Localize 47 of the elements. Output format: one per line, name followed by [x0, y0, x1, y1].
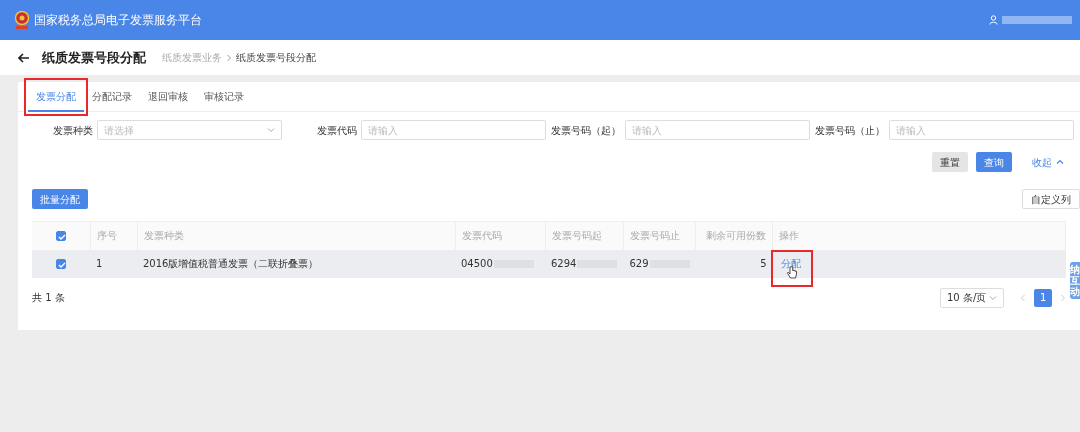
back-arrow-icon[interactable]: [18, 52, 30, 63]
custom-columns-button[interactable]: 自定义列: [1022, 189, 1080, 209]
field-label: 发票代码: [316, 123, 358, 138]
table-cell: 629: [629, 258, 649, 269]
table-cell: 04500: [461, 258, 493, 269]
column-header: 发票代码: [461, 230, 502, 242]
select-field[interactable]: 请选择: [97, 120, 282, 140]
redacted-user-bar: [1002, 16, 1072, 24]
field-label: 发票号码（起）: [550, 123, 622, 138]
field-label: 发票种类: [52, 123, 94, 138]
row-checkbox[interactable]: [56, 259, 66, 269]
search-button[interactable]: 查询: [976, 152, 1012, 172]
select-all-checkbox[interactable]: [55, 231, 66, 242]
side-tab[interactable]: 纳互动: [1070, 262, 1080, 299]
chevron-up-icon: [1056, 158, 1064, 166]
table-cell: 1: [96, 258, 103, 269]
column-header: 剩余可用份数: [706, 230, 767, 242]
column-header: 操作: [779, 230, 800, 242]
chevron-down-icon: [267, 126, 275, 134]
breadcrumb-item[interactable]: 纸质发票业务: [162, 50, 222, 65]
column-header: 发票号码起: [551, 230, 602, 242]
page-number[interactable]: 1: [1034, 288, 1052, 307]
table-cell: 5: [760, 258, 767, 269]
column-header: 序号: [96, 230, 117, 242]
user-icon: [989, 15, 998, 25]
table-cell: 6294: [551, 258, 577, 269]
total-count: 共 1 条: [32, 291, 65, 305]
reset-button[interactable]: 重置: [932, 152, 968, 172]
tab[interactable]: 分配记录: [84, 82, 140, 112]
chevron-down-icon: [989, 293, 997, 302]
app-title: 国家税务总局电子发票服务平台: [34, 12, 202, 29]
tab[interactable]: 审核记录: [196, 82, 252, 112]
input-field[interactable]: 请输入: [625, 120, 810, 140]
field-label: 发票号码（止）: [814, 123, 886, 138]
input-field[interactable]: 请输入: [889, 120, 1074, 140]
column-header: 发票种类: [143, 230, 184, 242]
page-title: 纸质发票号段分配: [42, 48, 146, 67]
breadcrumb-item: 纸质发票号段分配: [236, 51, 316, 65]
emblem-icon: [14, 10, 30, 30]
chevron-right-icon: [226, 53, 232, 62]
tab[interactable]: 退回审核: [140, 82, 196, 112]
input-field[interactable]: 请输入: [361, 120, 546, 140]
collapse-button[interactable]: 收起: [1024, 152, 1072, 172]
table-cell: 2016版增值税普通发票（二联折叠票）: [143, 258, 319, 269]
batch-assign-button[interactable]: 批量分配: [32, 189, 88, 209]
page-size-select[interactable]: 10 条/页: [940, 287, 1004, 308]
column-header: 发票号码止: [629, 230, 680, 242]
